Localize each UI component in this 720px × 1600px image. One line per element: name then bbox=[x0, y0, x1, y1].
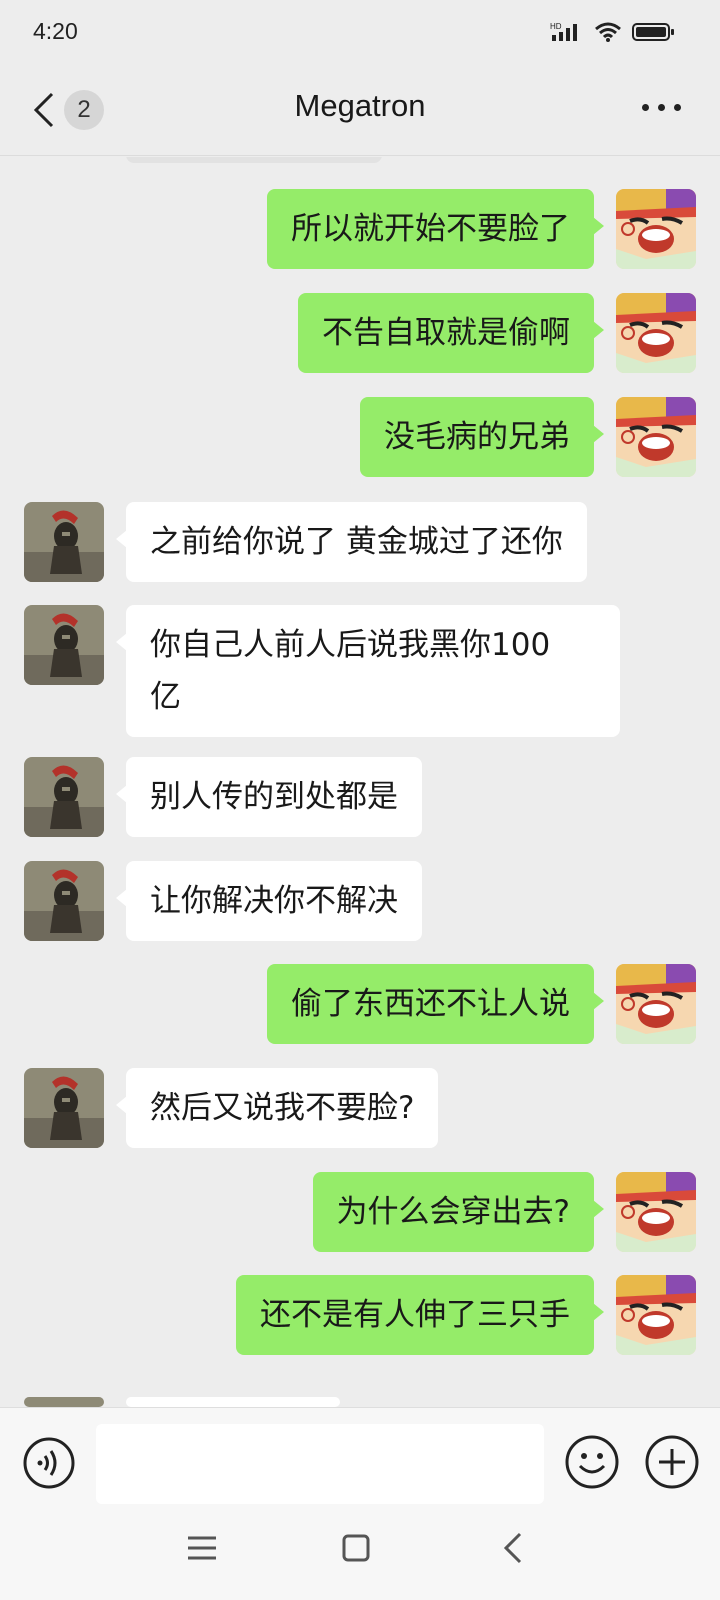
my-avatar[interactable] bbox=[616, 964, 696, 1044]
message-bubble-sent[interactable]: 不告自取就是偷啊 bbox=[298, 293, 604, 373]
spartan-helmet-avatar-icon bbox=[24, 502, 104, 582]
message-text: 没毛病的兄弟 bbox=[384, 419, 570, 455]
spartan-helmet-avatar-icon bbox=[24, 757, 104, 837]
emoji-icon[interactable] bbox=[564, 1434, 620, 1490]
plus-icon[interactable] bbox=[644, 1434, 700, 1490]
partial-message-bubble bbox=[126, 157, 382, 163]
message-text: 之前给你说了 黄金城过了还你 bbox=[150, 524, 563, 560]
message-bubble-received-partial[interactable] bbox=[126, 1397, 340, 1407]
message-text: 不告自取就是偷啊 bbox=[322, 315, 570, 351]
status-bar: 4:20 HD bbox=[0, 0, 720, 64]
message-text: 别人传的到处都是 bbox=[150, 779, 398, 815]
battery-icon bbox=[632, 23, 674, 41]
voice-icon[interactable] bbox=[22, 1436, 76, 1490]
system-navigation-bar bbox=[0, 1500, 720, 1600]
message-text: 让你解决你不解决 bbox=[150, 883, 398, 919]
spartan-helmet-avatar-icon bbox=[24, 605, 104, 685]
cartoon-avatar-icon bbox=[616, 1275, 696, 1355]
menu-icon[interactable] bbox=[182, 1528, 222, 1568]
my-avatar[interactable] bbox=[616, 293, 696, 373]
message-bubble-sent[interactable]: 没毛病的兄弟 bbox=[360, 397, 604, 477]
message-bubble-received[interactable]: 你自己人前人后说我黑你100 亿 bbox=[116, 605, 620, 737]
my-avatar[interactable] bbox=[616, 397, 696, 477]
chat-title: Megatron bbox=[294, 88, 426, 123]
contact-avatar[interactable] bbox=[24, 1068, 104, 1148]
contact-avatar[interactable] bbox=[24, 502, 104, 582]
my-avatar[interactable] bbox=[616, 189, 696, 269]
message-text: 还不是有人伸了三只手 bbox=[260, 1297, 570, 1333]
contact-avatar[interactable] bbox=[24, 861, 104, 941]
more-options-button[interactable] bbox=[640, 94, 684, 124]
spartan-helmet-avatar-icon bbox=[24, 861, 104, 941]
message-bubble-received[interactable]: 之前给你说了 黄金城过了还你 bbox=[116, 502, 587, 582]
message-text: 所以就开始不要脸了 bbox=[291, 211, 570, 247]
message-bubble-received[interactable]: 然后又说我不要脸? bbox=[115, 1068, 439, 1148]
message-text-input[interactable] bbox=[96, 1424, 544, 1504]
message-text-line: 你自己人前人后说我黑你100 bbox=[150, 627, 551, 663]
chat-header: 2 Megatron bbox=[0, 64, 720, 156]
cartoon-avatar-icon bbox=[616, 1172, 696, 1252]
more-dots-icon bbox=[642, 104, 649, 111]
message-text-line: 亿 bbox=[150, 679, 181, 715]
cartoon-avatar-icon bbox=[616, 964, 696, 1044]
my-avatar[interactable] bbox=[616, 1275, 696, 1355]
wifi-icon bbox=[595, 22, 621, 42]
contact-avatar[interactable] bbox=[24, 757, 104, 837]
message-text: 然后又说我不要脸? bbox=[150, 1090, 415, 1126]
status-time: 4:20 bbox=[33, 18, 78, 44]
home-icon[interactable] bbox=[336, 1528, 376, 1568]
message-bubble-received[interactable]: 让你解决你不解决 bbox=[116, 861, 422, 941]
signal-icon: HD bbox=[550, 22, 577, 41]
contact-avatar[interactable] bbox=[24, 1397, 104, 1407]
message-bubble-sent[interactable]: 还不是有人伸了三只手 bbox=[236, 1275, 604, 1355]
my-avatar[interactable] bbox=[616, 1172, 696, 1252]
message-text: 为什么会穿出去? bbox=[336, 1194, 570, 1230]
spartan-helmet-avatar-icon bbox=[24, 1068, 104, 1148]
message-bubble-received[interactable]: 别人传的到处都是 bbox=[116, 757, 422, 837]
message-text: 偷了东西还不让人说 bbox=[291, 986, 570, 1022]
cartoon-avatar-icon bbox=[616, 397, 696, 477]
chat-message-list[interactable]: 所以就开始不要脸了 不告自取就是偷啊 没毛病的兄弟 之前给你说了 黄金城过了还你… bbox=[0, 157, 720, 1407]
cartoon-avatar-icon bbox=[616, 293, 696, 373]
status-icons: HD bbox=[550, 18, 676, 46]
message-bubble-sent[interactable]: 为什么会穿出去? bbox=[312, 1172, 605, 1252]
cartoon-avatar-icon bbox=[616, 189, 696, 269]
message-bubble-sent[interactable]: 偷了东西还不让人说 bbox=[267, 964, 604, 1044]
message-bubble-sent[interactable]: 所以就开始不要脸了 bbox=[267, 189, 604, 269]
network-label: HD bbox=[550, 22, 562, 31]
contact-avatar[interactable] bbox=[24, 605, 104, 685]
back-icon[interactable] bbox=[494, 1528, 534, 1568]
